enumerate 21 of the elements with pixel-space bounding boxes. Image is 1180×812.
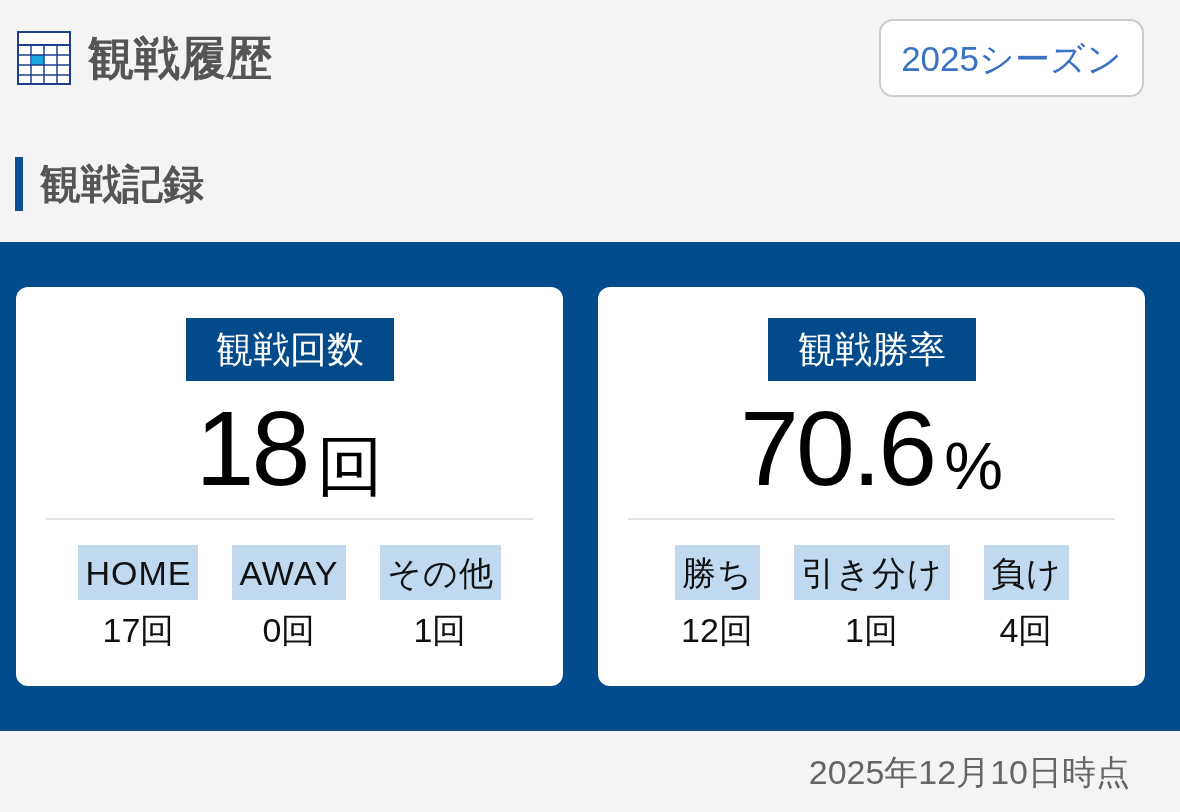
breakdown-label: 負け bbox=[983, 545, 1069, 600]
breakdown-value: 17回 bbox=[102, 611, 175, 651]
breakdown-value: 1回 bbox=[413, 611, 467, 651]
as-of-date: 2025年12月10日時点 bbox=[808, 755, 1130, 789]
breakdown-value: 4回 bbox=[999, 611, 1053, 651]
breakdown-label: その他 bbox=[379, 545, 501, 600]
stat-heading: 観戦回数 bbox=[185, 318, 394, 381]
stat-value: 18 回 bbox=[195, 388, 384, 505]
breakdown-label: HOME bbox=[78, 545, 199, 600]
breakdown-label: 引き分け bbox=[793, 545, 950, 600]
season-button[interactable]: 2025シーズン bbox=[879, 19, 1144, 97]
stat-value: 70.6% bbox=[740, 388, 1003, 505]
breakdown-label: AWAY bbox=[232, 545, 346, 600]
calendar-icon bbox=[17, 31, 71, 85]
breakdown-value: 1回 bbox=[845, 611, 898, 651]
stat-heading: 観戦勝率 bbox=[767, 318, 976, 381]
breakdown-value: 12回 bbox=[681, 611, 753, 651]
breakdown-value: 0回 bbox=[262, 611, 316, 651]
breakdown-label: 勝ち bbox=[674, 545, 760, 600]
page-title: 観戦履歴 bbox=[88, 35, 272, 81]
section-title: 観戦記録 bbox=[15, 157, 204, 211]
